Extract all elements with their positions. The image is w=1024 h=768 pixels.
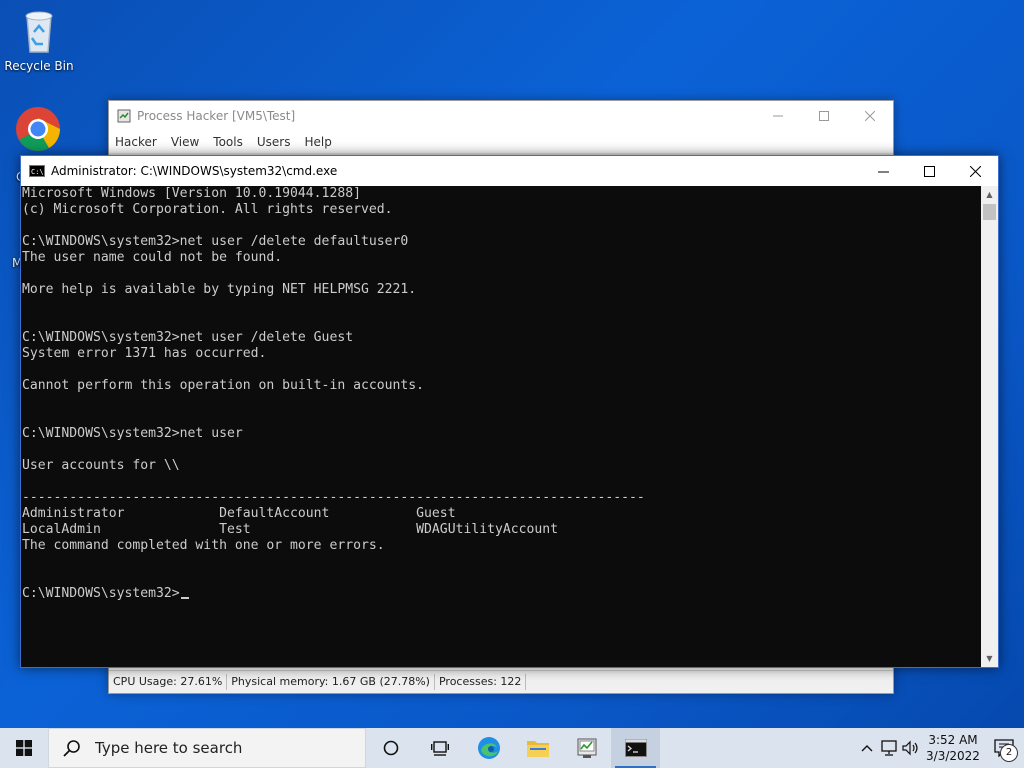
edge-icon [477, 737, 500, 759]
notification-count-badge: 2 [1000, 744, 1018, 762]
search-input[interactable] [93, 738, 347, 758]
cmd-window[interactable]: C:\ Administrator: C:\WINDOWS\system32\c… [20, 155, 999, 668]
process-hacker-statusbar: CPU Usage: 27.61% Physical memory: 1.67 … [109, 670, 893, 693]
task-view-button[interactable] [415, 728, 464, 768]
show-hidden-icons-button[interactable] [856, 744, 878, 752]
cortana-circle-icon [383, 740, 398, 756]
minimize-icon [773, 115, 783, 117]
chrome-icon [16, 107, 60, 151]
text-cursor [180, 597, 189, 599]
recycle-bin-label: Recycle Bin [4, 59, 74, 73]
taskbar-clock[interactable]: 3:52 AM 3/3/2022 [922, 732, 984, 764]
taskbar: 3:52 AM 3/3/2022 2 [0, 728, 1024, 768]
command-prompt-icon [624, 739, 647, 757]
maximize-icon [819, 111, 829, 121]
menu-tools[interactable]: Tools [213, 135, 243, 149]
volume-button[interactable] [900, 740, 922, 756]
cmd-titlebar[interactable]: C:\ Administrator: C:\WINDOWS\system32\c… [21, 156, 998, 186]
console-output: Microsoft Windows [Version 10.0.19044.12… [22, 186, 645, 601]
process-hacker-title: Process Hacker [VM5\Test] [137, 109, 296, 123]
taskbar-file-explorer[interactable] [513, 728, 562, 768]
ph-minimize-button[interactable] [755, 101, 801, 131]
search-icon [63, 739, 83, 757]
maximize-icon [923, 165, 935, 177]
cmd-maximize-button[interactable] [906, 156, 952, 186]
taskbar-edge[interactable] [464, 728, 513, 768]
menu-hacker[interactable]: Hacker [115, 135, 157, 149]
close-icon [865, 111, 875, 121]
ph-maximize-button[interactable] [801, 101, 847, 131]
menu-users[interactable]: Users [257, 135, 291, 149]
cmd-title: Administrator: C:\WINDOWS\system32\cmd.e… [51, 164, 338, 178]
taskbar-process-hacker[interactable] [562, 728, 611, 768]
chrome-shortcut[interactable] [0, 106, 76, 155]
taskbar-command-prompt[interactable] [611, 728, 660, 768]
network-icon [881, 740, 897, 756]
scroll-up-arrow-icon[interactable]: ▲ [981, 186, 998, 203]
cortana-button[interactable] [366, 728, 415, 768]
taskbar-search-box[interactable] [48, 728, 366, 768]
cpu-usage-status: CPU Usage: 27.61% [109, 674, 228, 690]
speaker-icon [902, 740, 918, 756]
processes-status: Processes: 122 [435, 674, 527, 690]
start-button[interactable] [0, 728, 48, 768]
physical-memory-status: Physical memory: 1.67 GB (27.78%) [227, 674, 435, 690]
menu-help[interactable]: Help [304, 135, 331, 149]
ph-close-button[interactable] [847, 101, 893, 131]
action-center-button[interactable]: 2 [984, 728, 1024, 768]
scrollbar-thumb[interactable] [983, 204, 996, 220]
cmd-close-button[interactable] [952, 156, 998, 186]
cmd-app-icon: C:\ [29, 165, 45, 177]
task-view-icon [430, 741, 449, 756]
minimize-icon [877, 171, 889, 172]
close-icon [969, 165, 981, 177]
scroll-down-arrow-icon[interactable]: ▼ [981, 650, 998, 667]
windows-logo-icon [16, 740, 32, 756]
process-hacker-titlebar[interactable]: Process Hacker [VM5\Test] [109, 101, 893, 131]
process-hacker-icon [577, 738, 596, 758]
cmd-minimize-button[interactable] [860, 156, 906, 186]
recycle-bin-icon [25, 11, 53, 53]
clock-date: 3/3/2022 [926, 749, 980, 763]
clock-time: 3:52 AM [928, 733, 978, 747]
network-status-button[interactable] [878, 740, 900, 756]
system-tray: 3:52 AM 3/3/2022 2 [856, 728, 1024, 768]
folder-icon [526, 741, 549, 757]
menu-view[interactable]: View [171, 135, 199, 149]
process-hacker-app-icon [117, 109, 131, 123]
chevron-up-icon [861, 745, 873, 752]
console-area[interactable]: Microsoft Windows [Version 10.0.19044.12… [21, 186, 981, 667]
recycle-bin-shortcut[interactable]: Recycle Bin [1, 8, 77, 73]
cmd-scrollbar[interactable]: ▲ ▼ [981, 186, 998, 667]
process-hacker-menubar: Hacker View Tools Users Help [109, 131, 893, 153]
